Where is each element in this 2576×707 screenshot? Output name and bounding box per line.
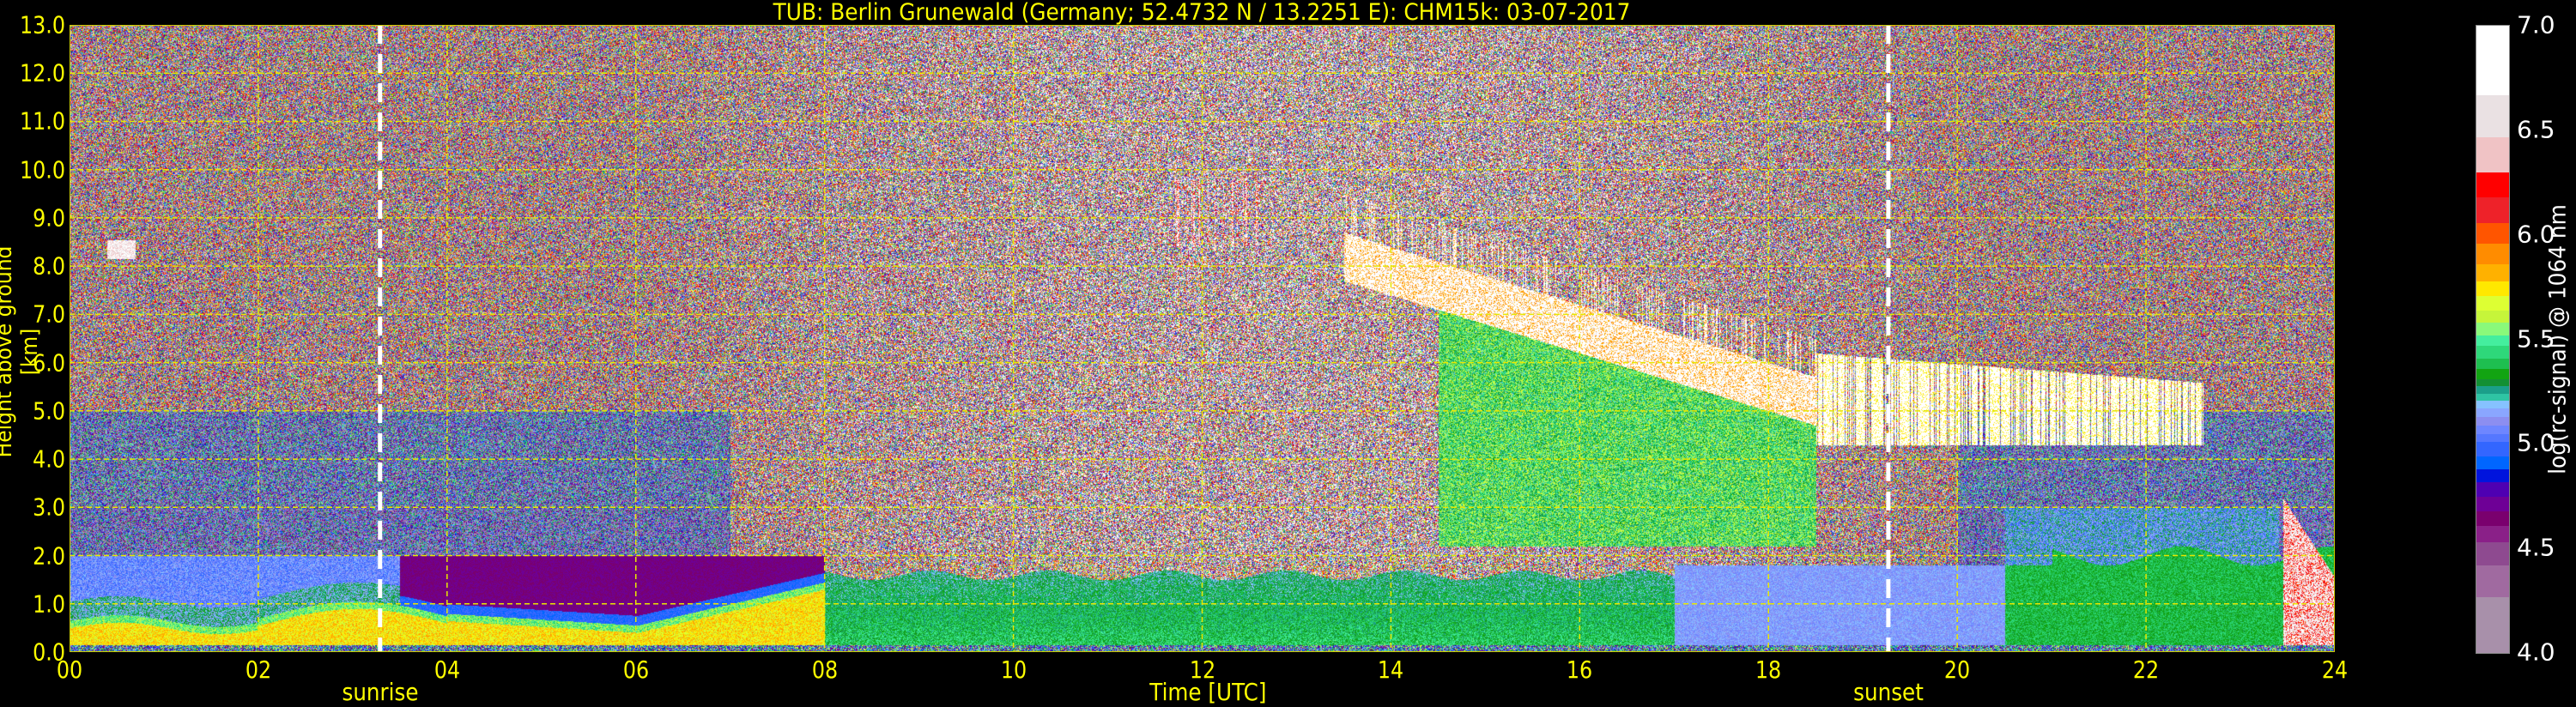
grid-overlay	[70, 25, 2335, 652]
y-tick-label: 10.0	[20, 155, 66, 184]
colorbar-level	[2476, 222, 2509, 244]
y-tick-label: 2.0	[33, 541, 65, 571]
colorbar-level	[2476, 323, 2509, 336]
x-tick-label: 22	[2132, 656, 2160, 684]
x-tick-label: 06	[622, 656, 649, 684]
colorbar-level	[2476, 295, 2509, 311]
x-tick-label: 04	[433, 656, 460, 684]
colorbar-label: log(rc-signal) @ 1064 nm	[2544, 204, 2572, 474]
x-tick-label: 18	[1755, 656, 1782, 684]
colorbar-level	[2476, 393, 2509, 401]
heatmap-plot-area	[70, 25, 2335, 652]
colorbar-level	[2476, 511, 2509, 526]
colorbar-level	[2476, 385, 2509, 395]
colorbar-level	[2476, 281, 2509, 296]
colorbar-tick-label: 4.0	[2517, 638, 2555, 667]
colorbar-level	[2476, 525, 2509, 543]
colorbar-level	[2476, 94, 2509, 137]
colorbar-level	[2476, 358, 2509, 370]
colorbar	[2476, 25, 2510, 654]
y-tick-label: 9.0	[33, 203, 65, 233]
colorbar-level	[2476, 565, 2509, 597]
x-tick-label: 16	[1567, 656, 1593, 684]
colorbar-level	[2476, 196, 2509, 223]
colorbar-level	[2476, 345, 2509, 359]
x-tick-label: 02	[245, 656, 272, 684]
colorbar-level	[2476, 596, 2509, 654]
y-tick-label: 7.0	[33, 299, 65, 329]
x-tick-label: 24	[2321, 656, 2349, 684]
sunrise-label: sunrise	[342, 678, 419, 706]
colorbar-level	[2476, 400, 2509, 409]
colorbar-level	[2476, 496, 2509, 511]
chart-title: TUB: Berlin Grunewald (Germany; 52.4732 …	[773, 0, 1631, 26]
colorbar-level	[2476, 541, 2509, 566]
y-tick-label: 1.0	[33, 589, 65, 619]
x-tick-label: 00	[56, 656, 83, 684]
colorbar-level	[2476, 335, 2509, 347]
x-axis-label: Time [UTC]	[1149, 678, 1267, 706]
y-tick-label: 8.0	[33, 251, 65, 281]
x-tick-label: 14	[1378, 656, 1404, 684]
y-tick-label: 3.0	[33, 492, 65, 522]
y-tick-label: 5.0	[33, 396, 65, 426]
colorbar-tick-label: 4.5	[2517, 533, 2555, 562]
colorbar-level	[2476, 425, 2509, 434]
colorbar-level	[2476, 416, 2509, 426]
colorbar-level	[2476, 433, 2509, 443]
x-tick-label: 08	[811, 656, 838, 684]
colorbar-level	[2476, 26, 2509, 95]
y-tick-label: 12.0	[20, 58, 66, 88]
x-tick-label: 20	[1944, 656, 1971, 684]
colorbar-level	[2476, 468, 2509, 482]
colorbar-level	[2476, 243, 2509, 265]
y-tick-label: 11.0	[20, 106, 66, 136]
colorbar-level	[2476, 136, 2509, 173]
colorbar-level	[2476, 310, 2509, 323]
colorbar-tick-label: 6.5	[2517, 115, 2555, 144]
sunset-label: sunset	[1853, 678, 1924, 706]
y-tick-label: 6.0	[33, 348, 65, 378]
colorbar-level	[2476, 481, 2509, 497]
colorbar-level	[2476, 263, 2509, 281]
colorbar-tick-label: 7.0	[2517, 10, 2555, 39]
colorbar-level	[2476, 456, 2509, 470]
y-tick-label: 13.0	[20, 10, 66, 39]
colorbar-level	[2476, 368, 2509, 380]
colorbar-level	[2476, 172, 2509, 198]
colorbar-level	[2476, 441, 2509, 457]
y-tick-label: 4.0	[33, 444, 65, 474]
colorbar-level	[2476, 378, 2509, 386]
colorbar-level	[2476, 408, 2509, 418]
x-tick-label: 10	[1000, 656, 1027, 684]
